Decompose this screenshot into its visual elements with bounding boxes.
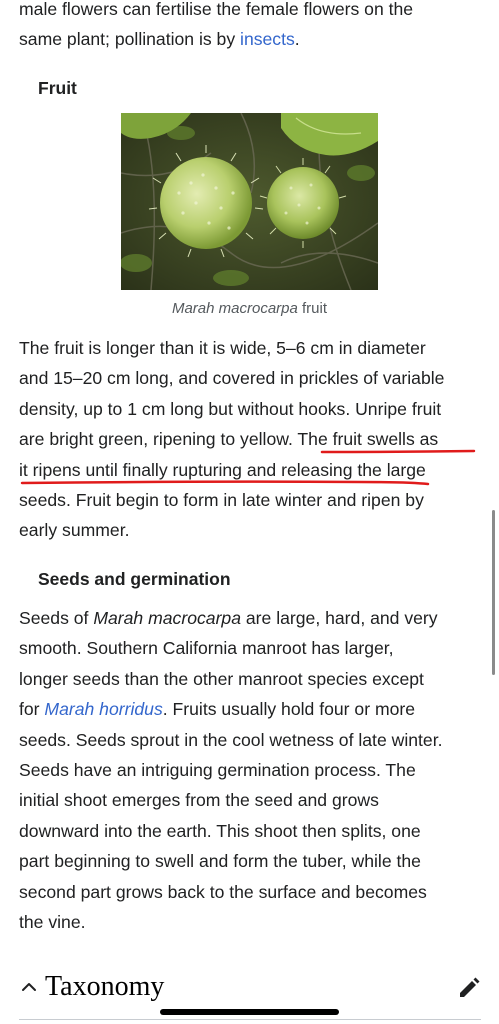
intro-line-2-prefix: same plant; pollination is by — [19, 29, 241, 50]
seeds-paragraph: Seeds of Marah macrocarpa are large, har… — [19, 603, 489, 937]
seeds-line-9: part beginning to swell and form the tub… — [19, 851, 421, 872]
intro-line-2-suffix: . — [294, 29, 300, 50]
fruit-line-4: are bright green, ripening to yellow. Th… — [19, 429, 439, 450]
fruit-line-5: it ripens until finally rupturing and re… — [19, 459, 426, 480]
chevron-up-icon[interactable] — [19, 977, 39, 997]
seeds-line-2: smooth. Southern California manroot has … — [19, 638, 394, 659]
seeds-heading: Seeds and germination — [38, 569, 231, 589]
fruit-paragraph: The fruit is longer than it is wide, 5–6… — [19, 333, 489, 546]
home-indicator[interactable] — [160, 1009, 339, 1015]
taxonomy-section-header[interactable]: Taxonomy — [19, 968, 481, 1008]
seeds-line-1-suffix: are large, hard, and very — [241, 608, 438, 628]
seeds-line-5: seeds. Seeds sprout in the cool wetness … — [19, 729, 443, 750]
insects-link[interactable]: insects — [240, 29, 295, 49]
seeds-line-8: downward into the earth. This shoot then… — [19, 820, 421, 841]
fruit-line-1: The fruit is longer than it is wide, 5–6… — [19, 338, 426, 358]
fruit-line-2: and 15–20 cm long, and covered in prickl… — [19, 368, 445, 389]
section-title: Taxonomy — [45, 971, 165, 1002]
scrollbar[interactable] — [492, 510, 495, 675]
fruit-heading: Fruit — [38, 78, 77, 98]
seeds-line-11: the vine. — [19, 912, 86, 933]
caption-species: Marah macrocarpa — [171, 300, 298, 317]
seeds-line-10: second part grows back to the surface an… — [19, 881, 427, 902]
marah-horridus-link[interactable]: Marah horridus — [44, 699, 162, 719]
seeds-line-4-prefix: for — [19, 699, 45, 720]
seeds-line-1-prefix: Seeds of — [19, 608, 94, 628]
seeds-line-6: Seeds have an intriguing germination pro… — [19, 760, 416, 781]
fruit-image[interactable] — [121, 113, 378, 290]
section-divider — [19, 1019, 481, 1020]
caption-rest: fruit — [297, 300, 328, 317]
intro-line-1: male flowers can fertilise the female fl… — [19, 0, 414, 19]
fruit-line-7: early summer. — [19, 520, 130, 541]
figure-caption: Marah macrocarpa fruit — [0, 298, 499, 320]
fruit-line-3: density, up to 1 cm long but without hoo… — [19, 398, 442, 419]
seeds-line-4-suffix: . Fruits usually hold four or more — [162, 699, 416, 720]
intro-paragraph: male flowers can fertilise the female fl… — [19, 0, 481, 55]
pencil-icon[interactable] — [457, 976, 481, 1000]
seeds-line-1-species: Marah macrocarpa — [93, 608, 241, 628]
fruit-line-6: seeds. Fruit begin to form in late winte… — [19, 490, 424, 511]
seeds-line-7: initial shoot emerges from the seed and … — [19, 790, 379, 811]
seeds-line-3: longer seeds than the other manroot spec… — [19, 668, 424, 689]
